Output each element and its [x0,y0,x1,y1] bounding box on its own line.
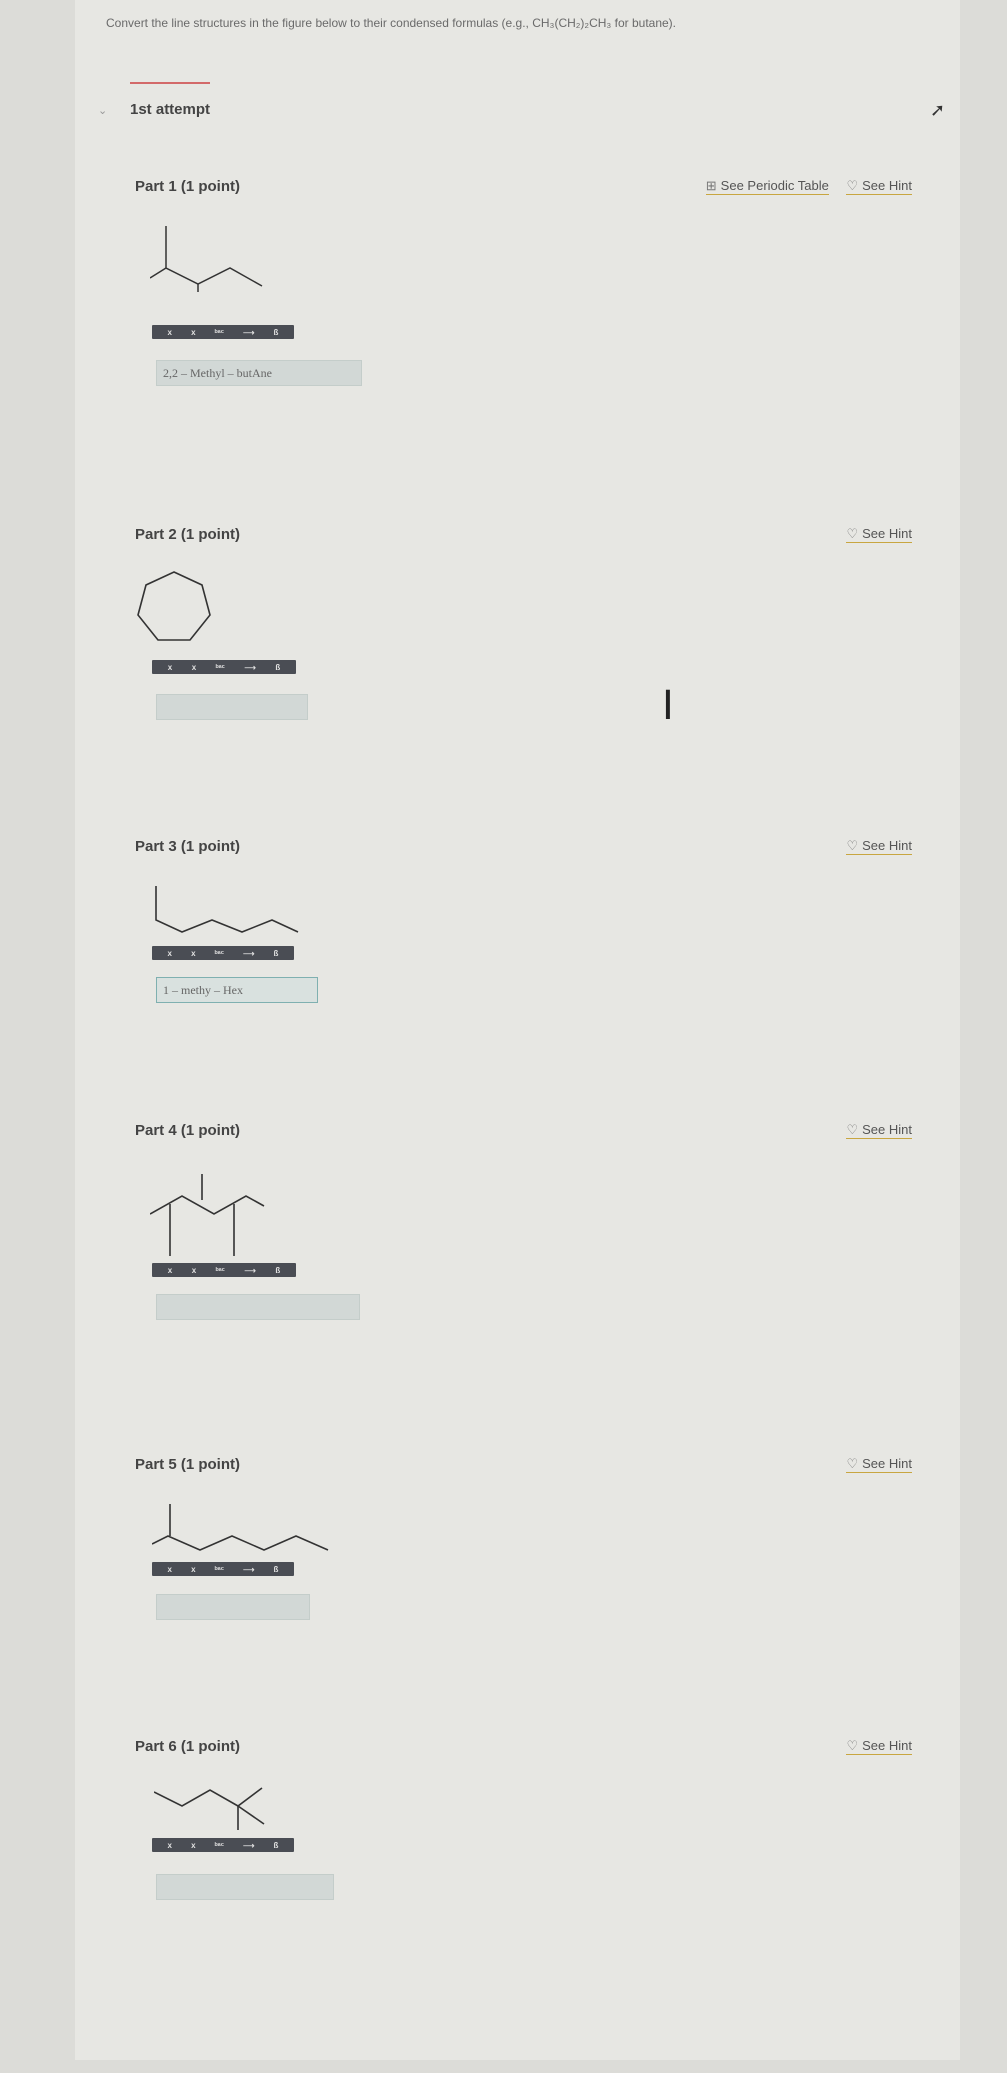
structure-4 [150,1174,265,1256]
arrow-button[interactable]: ⟶ [243,328,254,337]
part-links: ⊞ See Periodic Table ♡ See Hint [692,178,912,195]
see-hint-link[interactable]: ♡ See Hint [846,1456,912,1473]
state-button[interactable]: ᵇᵃᶜ [215,1565,224,1574]
arrow-button[interactable]: ⟶ [243,1565,254,1574]
hint-link-label: See Hint [862,526,912,541]
superscript-button[interactable]: x [192,1266,196,1275]
answer-input-4[interactable] [156,1294,360,1320]
arrow-button[interactable]: ⟶ [244,663,255,672]
structure-1 [150,226,263,292]
see-hint-link[interactable]: ♡ See Hint [846,526,912,543]
answer-input-3[interactable]: 1 – methy – Hex [156,977,318,1003]
arrow-button[interactable]: ⟶ [244,1266,255,1275]
answer-input-6[interactable] [156,1874,334,1900]
answer-input-5[interactable] [156,1594,310,1620]
hint-link-label: See Hint [862,838,912,853]
hint-link-label: See Hint [862,1122,912,1137]
formula-toolbar-2[interactable]: x x ᵇᵃᶜ ⟶ ß [152,660,296,674]
structure-3 [155,886,299,933]
formula-toolbar-4[interactable]: x x ᵇᵃᶜ ⟶ ß [152,1263,296,1277]
state-button[interactable]: ᵇᵃᶜ [215,328,224,337]
see-hint-link[interactable]: ♡ See Hint [846,178,912,195]
formula-toolbar-6[interactable]: x x ᵇᵃᶜ ⟶ ß [152,1838,294,1852]
attempt-chevron-icon[interactable]: ⌄ [98,104,107,117]
answer-input-1[interactable]: 2,2 – Methyl – butAne [156,360,362,386]
superscript-button[interactable]: x [191,1565,195,1574]
part-title: Part 3 (1 point) [135,838,241,855]
superscript-button[interactable]: x [192,663,196,672]
symbol-button[interactable]: ß [274,949,279,958]
text-cursor-icon: I [662,683,674,729]
part-title: Part 6 (1 point) [135,1738,241,1755]
subscript-button[interactable]: x [168,1266,172,1275]
subscript-button[interactable]: x [168,663,172,672]
part-title: Part 1 (1 point) [135,178,241,195]
structure-2 [137,571,211,641]
state-button[interactable]: ᵇᵃᶜ [215,1841,224,1850]
lightbulb-icon: ♡ [846,1122,859,1137]
part-title: Part 4 (1 point) [135,1122,241,1139]
part-links: ♡ See Hint [832,838,912,855]
part-title: Part 2 (1 point) [135,526,241,543]
part-links: ♡ See Hint [832,1456,912,1473]
hint-link-label: See Hint [862,1738,912,1753]
lightbulb-icon: ♡ [846,526,859,541]
lightbulb-icon: ♡ [846,838,859,853]
part-links: ♡ See Hint [832,1738,912,1755]
lightbulb-icon: ♡ [846,1456,859,1471]
state-button[interactable]: ᵇᵃᶜ [216,663,225,672]
answer-input-2[interactable] [156,694,308,720]
lightbulb-icon: ♡ [846,1738,859,1753]
state-button[interactable]: ᵇᵃᶜ [216,1266,225,1275]
formula-toolbar-3[interactable]: x x ᵇᵃᶜ ⟶ ß [152,946,294,960]
part-links: ♡ See Hint [832,1122,912,1139]
structure-5 [152,1504,329,1551]
subscript-button[interactable]: x [168,949,172,958]
part-title: Part 5 (1 point) [135,1456,241,1473]
subscript-button[interactable]: x [168,1841,172,1850]
attempt-label[interactable]: 1st attempt [130,101,210,118]
see-hint-link[interactable]: ♡ See Hint [846,1122,912,1139]
arrow-button[interactable]: ⟶ [243,1841,254,1850]
subscript-button[interactable]: x [168,1565,172,1574]
see-hint-link[interactable]: ♡ See Hint [846,838,912,855]
see-hint-link[interactable]: ♡ See Hint [846,1738,912,1755]
part-links: ♡ See Hint [832,526,912,543]
arrow-button[interactable]: ⟶ [243,949,254,958]
symbol-button[interactable]: ß [274,328,279,337]
symbol-button[interactable]: ß [275,663,280,672]
formula-toolbar-1[interactable]: x x ᵇᵃᶜ ⟶ ß [152,325,294,339]
up-arrow-icon[interactable]: ➚ [930,100,945,121]
lightbulb-icon: ♡ [846,178,859,193]
periodic-table-icon: ⊞ [705,178,717,193]
periodic-link-label: See Periodic Table [720,178,829,193]
section-divider [130,82,210,84]
symbol-button[interactable]: ß [274,1841,279,1850]
superscript-button[interactable]: x [191,328,195,337]
hint-link-label: See Hint [862,1456,912,1471]
subscript-button[interactable]: x [168,328,172,337]
hint-link-label: See Hint [862,178,912,193]
state-button[interactable]: ᵇᵃᶜ [215,949,224,958]
formula-toolbar-5[interactable]: x x ᵇᵃᶜ ⟶ ß [152,1562,294,1576]
instructions-text: Convert the line structures in the figur… [106,16,677,30]
symbol-button[interactable]: ß [275,1266,280,1275]
see-periodic-table-link[interactable]: ⊞ See Periodic Table [705,178,829,195]
symbol-button[interactable]: ß [274,1565,279,1574]
superscript-button[interactable]: x [191,949,195,958]
superscript-button[interactable]: x [191,1841,195,1850]
structure-6 [154,1787,265,1830]
